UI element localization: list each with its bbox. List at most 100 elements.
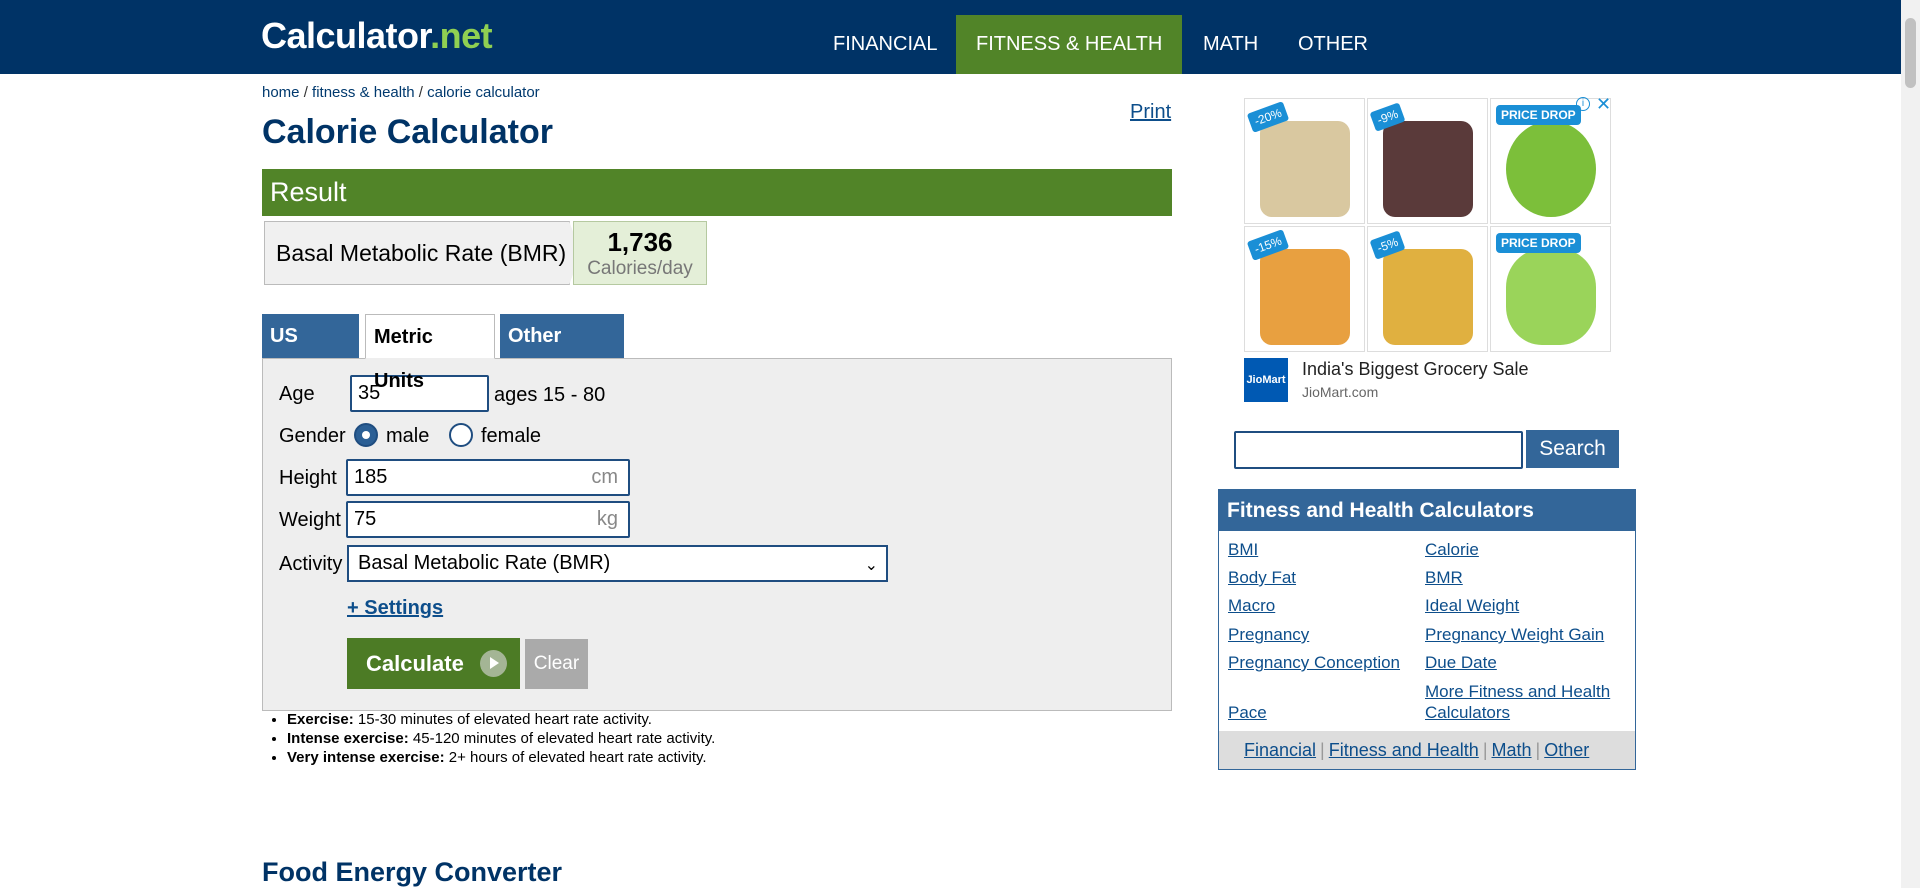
ad-product-tile[interactable]: -15% [1244,226,1365,352]
page-title: Calorie Calculator [262,113,553,151]
ad-product-image [1383,249,1473,345]
ad-product-tile[interactable]: -5% [1367,226,1488,352]
footer-link-other[interactable]: Other [1544,740,1589,760]
ad-product-image [1506,121,1596,217]
footer-separator: | [1320,740,1325,760]
activity-label: Activity [279,553,343,575]
footer-link-fitness[interactable]: Fitness and Health [1329,740,1479,760]
weight-label: Weight [279,509,341,531]
food-energy-title: Food Energy Converter [262,857,563,887]
print-link[interactable]: Print [1130,101,1171,124]
footer-link-financial[interactable]: Financial [1244,740,1316,760]
link-due-date[interactable]: Due Date [1425,652,1497,673]
result-label: Basal Metabolic Rate (BMR) [264,221,570,285]
note-item: Exercise: 15-30 minutes of elevated hear… [287,710,715,729]
settings-link[interactable]: + Settings [347,597,443,620]
top-nav-bar: Calculator.net FINANCIAL FITNESS & HEALT… [0,0,1901,74]
search-input[interactable] [1234,431,1523,469]
link-pregnancy-conception[interactable]: Pregnancy Conception [1228,652,1400,673]
gender-female-radio[interactable] [449,423,473,447]
result-value-box: 1,736 Calories/day [573,221,707,285]
footer-separator: | [1535,740,1541,760]
site-logo[interactable]: Calculator.net [261,14,493,58]
link-more-fitness[interactable]: More Fitness and Health Calculators [1425,681,1625,723]
age-hint: ages 15 - 80 [494,384,606,406]
link-pace[interactable]: Pace [1228,702,1267,723]
jiomart-logo: JioMart [1244,358,1288,402]
note-term: Very intense exercise: [287,749,445,766]
logo-dot: . [430,15,440,56]
result-unit: Calories/day [587,258,693,279]
ad-product-tile[interactable]: PRICE DROP [1490,226,1611,352]
nav-fitness-health[interactable]: FITNESS & HEALTH [956,15,1183,74]
note-item: Intense exercise: 45-120 minutes of elev… [287,729,715,748]
footer-separator: | [1482,740,1488,760]
ad-info-icon[interactable]: i [1576,97,1590,111]
scrollbar-thumb[interactable] [1905,18,1916,88]
ad-headline[interactable]: India's Biggest Grocery Sale [1302,359,1529,380]
height-input[interactable]: 185 cm [346,459,630,496]
weight-value: 75 [354,508,377,530]
search-button[interactable]: Search [1526,430,1619,468]
ad-product-image [1260,249,1350,345]
gender-male-label[interactable]: male [386,425,429,448]
link-pregnancy-weight-gain[interactable]: Pregnancy Weight Gain [1425,624,1604,645]
ad-product-tile[interactable]: PRICE DROP [1490,98,1611,224]
nav-financial[interactable]: FINANCIAL [813,15,957,74]
note-desc: 2+ hours of elevated heart rate activity… [444,749,707,766]
activity-selected-value: Basal Metabolic Rate (BMR) [358,552,611,574]
result-header: Result [262,169,1172,216]
breadcrumb-home[interactable]: home [262,84,300,101]
play-arrow-icon [480,650,507,677]
ad-price-drop-badge: PRICE DROP [1496,105,1581,125]
calculate-label: Calculate [366,651,464,676]
link-bmr[interactable]: BMR [1425,567,1463,588]
link-macro[interactable]: Macro [1228,595,1275,616]
ad-product-image [1383,121,1473,217]
calculate-button[interactable]: Calculate [347,638,520,689]
logo-main-text: Calculator [261,15,431,56]
link-bmi[interactable]: BMI [1228,539,1258,560]
age-label: Age [279,383,315,405]
footer-link-math[interactable]: Math [1492,740,1532,760]
ad-close-icon[interactable]: ✕ [1596,94,1611,115]
breadcrumb-separator: / [414,84,428,101]
weight-unit: kg [596,508,618,530]
link-body-fat[interactable]: Body Fat [1228,567,1296,588]
breadcrumb-separator: / [299,84,313,101]
tab-us-units[interactable]: US Units [262,314,359,391]
nav-math[interactable]: MATH [1183,15,1278,74]
ad-product-tile[interactable]: -20% [1244,98,1365,224]
breadcrumb-fitness[interactable]: fitness & health [312,84,415,101]
activity-select[interactable]: Basal Metabolic Rate (BMR) ⌄ [347,545,888,582]
note-term: Exercise: [287,711,354,728]
nav-other[interactable]: OTHER [1278,15,1388,74]
tab-other-units[interactable]: Other Units [500,314,624,391]
tab-metric-units[interactable]: Metric Units [365,314,495,392]
chevron-down-icon: ⌄ [864,557,878,574]
note-desc: 15-30 minutes of elevated heart rate act… [353,711,652,728]
weight-input[interactable]: 75 kg [346,501,630,538]
ad-banner[interactable]: -20% -9% PRICE DROP -15% -5% PRICE DROP … [1242,94,1614,408]
note-term: Intense exercise: [287,730,409,747]
fitness-box-title: Fitness and Health Calculators [1219,490,1635,531]
result-value: 1,736 [607,227,673,257]
ad-price-drop-badge: PRICE DROP [1496,233,1581,253]
page-scrollbar[interactable] [1901,0,1920,888]
ad-domain[interactable]: JioMart.com [1302,384,1378,400]
clear-button[interactable]: Clear [525,639,588,689]
gender-label: Gender [279,425,346,447]
category-footer: Financial | Fitness and Health | Math | Other [1219,731,1635,769]
ad-product-tile[interactable]: -9% [1367,98,1488,224]
activity-notes: Exercise: 15-30 minutes of elevated hear… [287,710,715,767]
link-calorie[interactable]: Calorie [1425,539,1479,560]
gender-female-label[interactable]: female [481,425,541,448]
link-ideal-weight[interactable]: Ideal Weight [1425,595,1519,616]
breadcrumb: home / fitness & health / calorie calcul… [262,84,540,101]
gender-male-radio[interactable] [354,423,378,447]
breadcrumb-current[interactable]: calorie calculator [427,84,540,101]
ad-product-image [1506,249,1596,345]
height-unit: cm [591,466,618,488]
fitness-calculators-box: Fitness and Health Calculators BMI Body … [1218,489,1636,770]
link-pregnancy[interactable]: Pregnancy [1228,624,1309,645]
